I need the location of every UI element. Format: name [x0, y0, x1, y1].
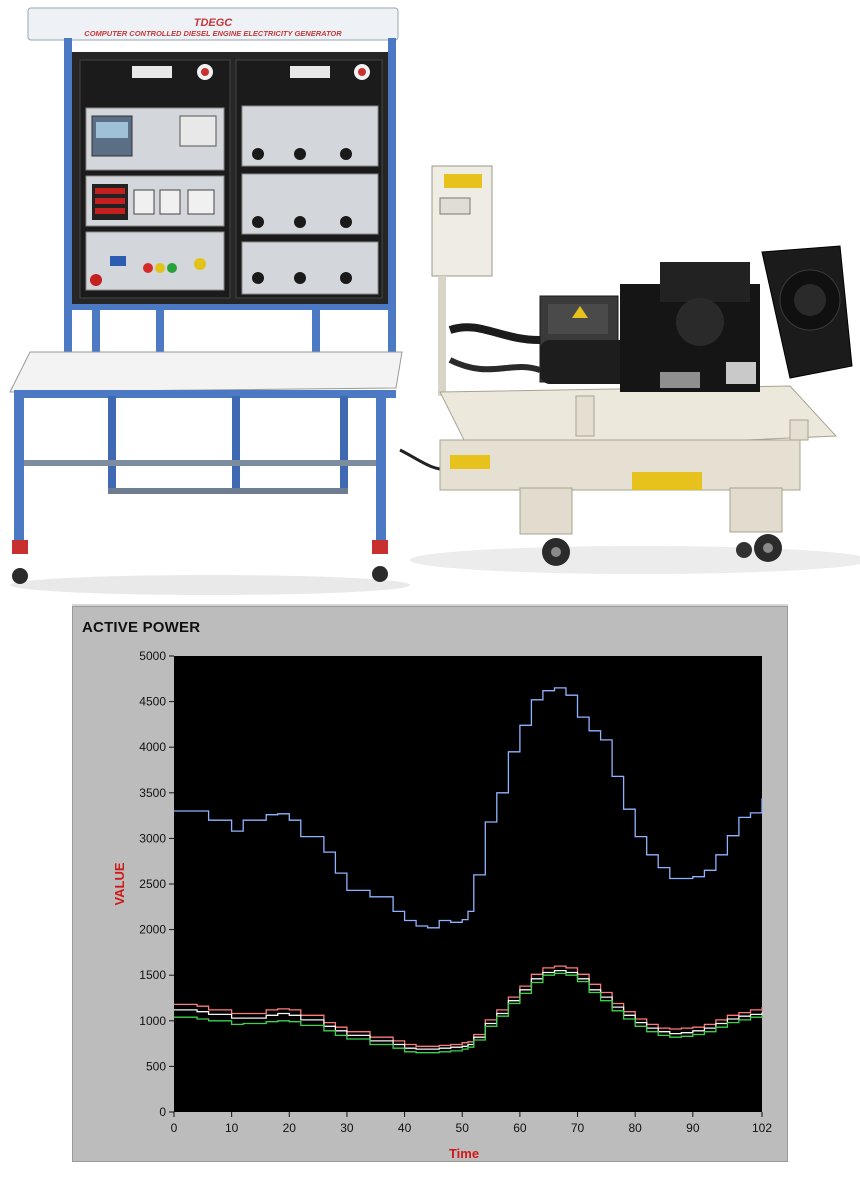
y-tick-label: 2500 — [139, 877, 166, 891]
active-power-chart: 0500100015002000250030003500400045005000… — [112, 649, 772, 1161]
y-tick-label: 0 — [159, 1105, 166, 1119]
x-tick-label: 60 — [513, 1121, 527, 1135]
x-tick-label: 102 — [752, 1121, 772, 1135]
x-axis-label: Time — [449, 1146, 479, 1161]
x-tick-label: 80 — [628, 1121, 642, 1135]
y-tick-label: 2000 — [139, 923, 166, 937]
x-tick-label: 20 — [283, 1121, 297, 1135]
x-tick-label: 40 — [398, 1121, 412, 1135]
x-tick-label: 0 — [171, 1121, 178, 1135]
x-tick-label: 70 — [571, 1121, 585, 1135]
x-tick-label: 90 — [686, 1121, 700, 1135]
panel-sign-code: TDEGC — [194, 17, 234, 29]
y-tick-label: 3000 — [139, 831, 166, 845]
panel-sign-subtitle: COMPUTER CONTROLLED DIESEL ENGINE ELECTR… — [84, 29, 342, 38]
y-tick-label: 3500 — [139, 786, 166, 800]
y-tick-label: 1000 — [139, 1014, 166, 1028]
y-tick-label: 500 — [146, 1059, 166, 1073]
y-tick-label: 5000 — [139, 649, 166, 663]
x-tick-label: 50 — [456, 1121, 470, 1135]
plot-area — [174, 656, 762, 1112]
y-tick-label: 1500 — [139, 968, 166, 982]
x-tick-label: 10 — [225, 1121, 239, 1135]
y-axis-label: VALUE — [112, 862, 127, 905]
y-axis: 0 500 1000 1500 2000 2500 3000 3500 4000 4500 5000 — [139, 649, 174, 1119]
x-axis: 0 10 20 30 40 50 60 70 80 90 102 — [171, 1112, 772, 1135]
y-tick-label: 4500 — [139, 695, 166, 709]
x-tick-label: 30 — [340, 1121, 354, 1135]
y-tick-label: 4000 — [139, 740, 166, 754]
equipment-photo: TDEGC COMPUTER CONTROLLED DIESEL ENGINE … — [0, 0, 860, 600]
